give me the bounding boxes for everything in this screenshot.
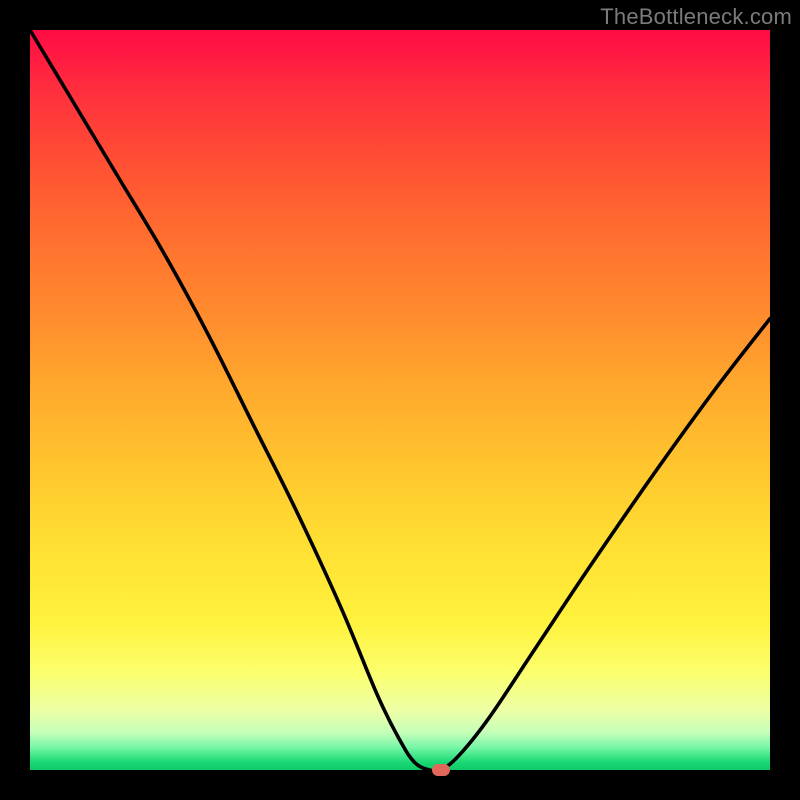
watermark-text: TheBottleneck.com [600,4,792,30]
plot-area [30,30,770,770]
bottleneck-curve [30,30,770,770]
minimum-marker [432,764,450,776]
chart-frame: TheBottleneck.com [0,0,800,800]
